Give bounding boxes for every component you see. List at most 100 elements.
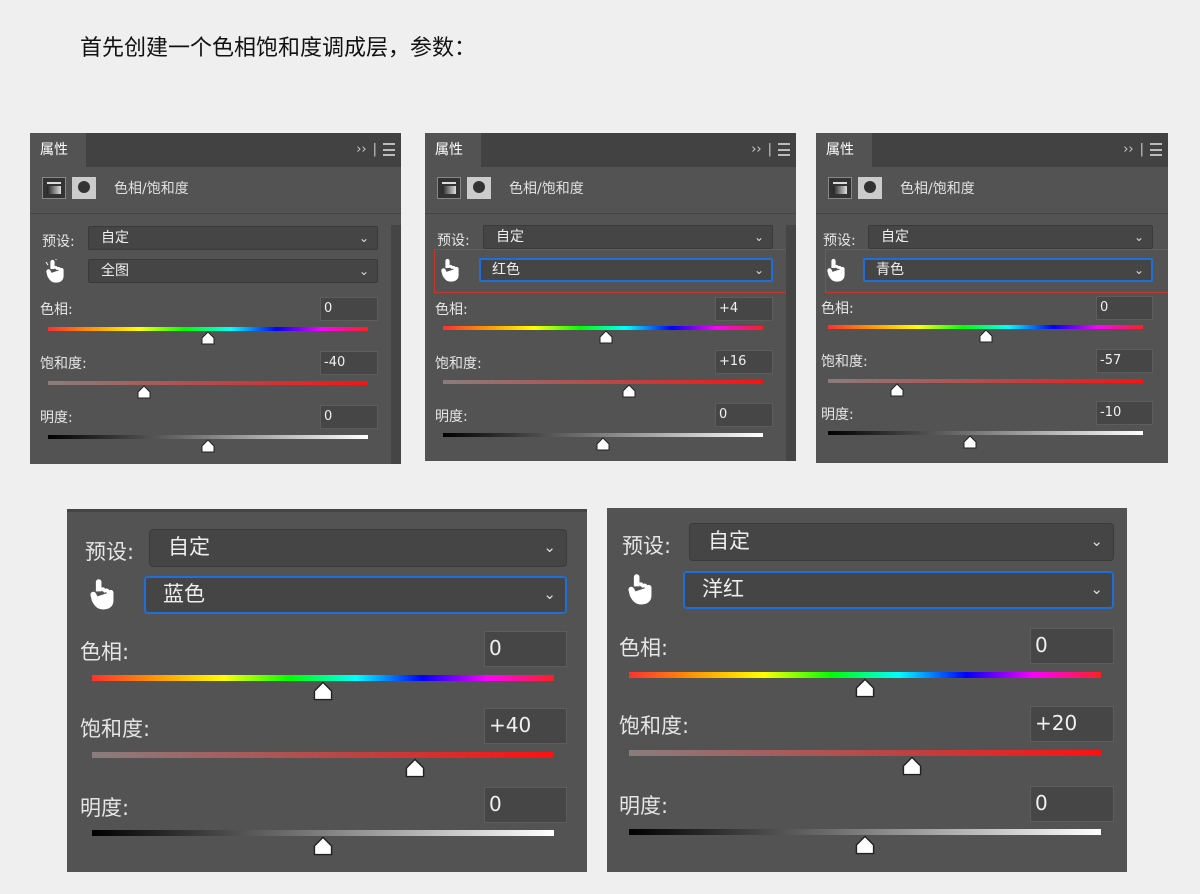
targeted-adjustment-hand-icon[interactable] [439,258,461,282]
lightness-input[interactable]: 0 [1030,786,1114,822]
properties-panel-2: 属性 ›› | 色相/饱和度 预设: 自定 ⌄ 红色 ⌄ 色相: +4 饱和度: +1… [425,133,796,461]
lightness-input[interactable]: 0 [715,403,773,427]
hue-saturation-icon [828,177,852,199]
panel-menu-icon[interactable] [383,143,395,156]
channel-select[interactable]: 青色 ⌄ [863,258,1153,282]
preset-label: 预设: [622,534,672,558]
scrollbar[interactable] [786,225,796,461]
preset-label: 预设: [85,540,135,564]
divider [30,213,401,214]
hue-label: 色相: [435,302,468,318]
page-title: 首先创建一个色相饱和度调成层，参数： [80,36,477,61]
lightness-slider-thumb[interactable] [201,439,215,453]
hue-label: 色相: [40,302,73,318]
saturation-label: 饱和度: [435,356,482,372]
hue-slider-thumb[interactable] [201,331,215,345]
divider [425,213,796,214]
channel-select[interactable]: 红色 ⌄ [479,258,773,282]
saturation-label: 饱和度: [40,356,87,372]
adjustment-label: 色相/饱和度 [509,181,584,197]
preset-select[interactable]: 自定 ⌄ [88,226,378,250]
saturation-slider-thumb[interactable] [137,385,151,399]
collapse-icon[interactable]: ›› [751,133,761,167]
mask-icon[interactable] [72,177,96,199]
divider: | [767,142,772,157]
saturation-slider-track[interactable] [92,752,554,758]
collapse-icon[interactable]: ›› [1123,133,1133,167]
lightness-slider-thumb[interactable] [596,437,610,451]
chevron-down-icon: ⌄ [1090,532,1103,550]
hue-input[interactable]: +4 [715,297,773,321]
lightness-slider-track[interactable] [828,431,1143,435]
targeted-adjustment-hand-icon[interactable] [44,259,66,283]
saturation-slider-thumb[interactable] [902,756,922,776]
hue-slider-thumb[interactable] [313,681,333,701]
panel-menu-icon[interactable] [778,143,790,156]
divider [816,213,1168,214]
saturation-input[interactable]: +20 [1030,706,1114,742]
tab-properties[interactable]: 属性 [425,133,481,167]
targeted-adjustment-hand-icon[interactable] [87,578,117,610]
saturation-slider-thumb[interactable] [890,383,904,397]
lightness-slider-thumb[interactable] [855,835,875,855]
hue-slider-thumb[interactable] [855,678,875,698]
panel-header: 属性 ›› | [816,133,1168,167]
preset-select[interactable]: 自定 ⌄ [868,225,1153,249]
chevron-down-icon: ⌄ [1090,580,1103,598]
saturation-slider-track[interactable] [48,381,368,385]
lightness-input[interactable]: -10 [1096,401,1153,425]
properties-panel-4: 预设: 自定 ⌄ 蓝色 ⌄ 色相: 0 饱和度: +40 明度: 0 [67,509,587,872]
preset-select[interactable]: 自定 ⌄ [689,523,1114,561]
hue-input[interactable]: 0 [1030,628,1114,664]
lightness-slider-thumb[interactable] [313,836,333,856]
tab-properties[interactable]: 属性 [816,133,872,167]
targeted-adjustment-hand-icon[interactable] [625,573,655,605]
hue-input[interactable]: 0 [1096,296,1153,320]
saturation-input[interactable]: -40 [320,351,378,375]
saturation-input[interactable]: +40 [484,708,567,744]
hue-slider-thumb[interactable] [979,329,993,343]
chevron-down-icon: ⌄ [358,231,369,245]
saturation-slider-track[interactable] [629,750,1101,756]
hue-saturation-icon [42,177,66,199]
panel-menu-icon[interactable] [1150,143,1162,156]
chevron-down-icon: ⌄ [543,585,556,603]
saturation-slider-track[interactable] [443,380,763,384]
saturation-input[interactable]: +16 [715,350,773,374]
divider: | [1139,142,1144,157]
hue-slider-thumb[interactable] [599,330,613,344]
chevron-down-icon: ⌄ [1133,230,1144,244]
chevron-down-icon: ⌄ [753,230,764,244]
hue-label: 色相: [821,301,854,317]
saturation-input[interactable]: -57 [1096,349,1153,373]
targeted-adjustment-hand-icon[interactable] [825,258,847,282]
preset-select[interactable]: 自定 ⌄ [483,225,773,249]
chevron-down-icon: ⌄ [358,264,369,278]
panel-header: 属性 ›› | [425,133,796,167]
mask-icon[interactable] [858,177,882,199]
chevron-down-icon: ⌄ [1133,263,1144,277]
tab-properties[interactable]: 属性 [30,133,86,167]
chevron-down-icon: ⌄ [543,538,556,556]
saturation-label: 饱和度: [821,354,868,370]
channel-select[interactable]: 蓝色 ⌄ [144,576,567,614]
hue-input[interactable]: 0 [484,631,567,667]
properties-panel-1: 属性 ›› | 色相/饱和度 预设: 自定 ⌄ 全图 ⌄ 色相: 0 饱和度: -40… [30,133,401,464]
saturation-slider-track[interactable] [828,379,1143,383]
scrollbar[interactable] [391,225,401,464]
hue-input[interactable]: 0 [320,297,378,321]
saturation-slider-thumb[interactable] [622,384,636,398]
lightness-input[interactable]: 0 [320,405,378,429]
lightness-label: 明度: [80,796,130,820]
lightness-slider-thumb[interactable] [963,435,977,449]
saturation-label: 饱和度: [619,714,690,738]
channel-select[interactable]: 全图 ⌄ [88,259,378,283]
collapse-icon[interactable]: ›› [356,133,366,167]
preset-label: 预设: [437,233,470,249]
adjustment-label: 色相/饱和度 [114,181,189,197]
mask-icon[interactable] [467,177,491,199]
saturation-slider-thumb[interactable] [405,758,425,778]
lightness-input[interactable]: 0 [484,787,567,823]
channel-select[interactable]: 洋红 ⌄ [683,571,1114,609]
preset-select[interactable]: 自定 ⌄ [149,529,567,567]
